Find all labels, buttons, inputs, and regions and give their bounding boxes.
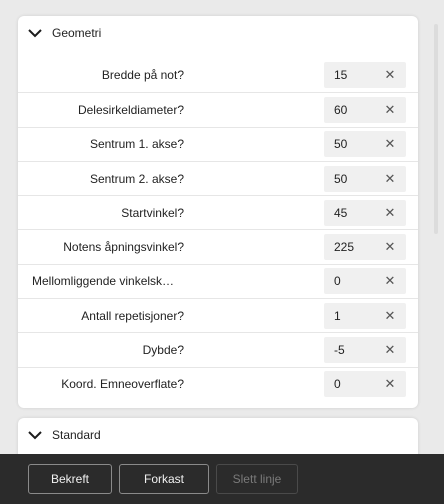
parameter-label: Sentrum 1. akse? bbox=[89, 137, 184, 152]
parameter-value: 0 bbox=[334, 274, 341, 289]
parameter-value: 50 bbox=[334, 137, 348, 152]
parameter-label: Sentrum 2. akse? bbox=[89, 171, 184, 186]
section-standard: Standard bbox=[18, 418, 418, 454]
parameter-label: Mellomliggende vinkelsk… bbox=[32, 274, 175, 289]
parameter-input[interactable]: 0 ✕ bbox=[324, 371, 406, 398]
parameter-label: Notens åpningsvinkel? bbox=[63, 240, 184, 255]
parameter-label: Dybde? bbox=[142, 343, 184, 358]
confirm-button[interactable]: Bekreft bbox=[28, 464, 112, 494]
discard-button[interactable]: Forkast bbox=[119, 464, 209, 494]
parameter-row: Sentrum 2. akse? 50 ✕ bbox=[18, 160, 418, 195]
parameter-label: Bredde på not? bbox=[101, 68, 184, 83]
parameter-value: -5 bbox=[334, 343, 345, 358]
section-standard-header[interactable]: Standard bbox=[18, 418, 418, 452]
clear-icon[interactable]: ✕ bbox=[382, 307, 398, 325]
parameter-row: Delesirkeldiameter? 60 ✕ bbox=[18, 92, 418, 126]
parameter-input[interactable]: -5 ✕ bbox=[324, 337, 406, 364]
parameter-input[interactable]: 45 ✕ bbox=[324, 199, 406, 226]
parameter-row: Antall repetisjoner? 1 ✕ bbox=[18, 298, 418, 332]
parameter-value: 60 bbox=[334, 102, 348, 117]
parameter-row: Bredde på not? 15 ✕ bbox=[18, 58, 418, 92]
action-bar: Bekreft Forkast Slett linje bbox=[0, 454, 444, 504]
parameter-label: Antall repetisjoner? bbox=[81, 308, 184, 323]
parameter-input[interactable]: 0 ✕ bbox=[324, 268, 406, 295]
clear-icon[interactable]: ✕ bbox=[382, 101, 398, 119]
form-scroll-area[interactable]: Geometri Bredde på not? 15 ✕ Delesirkeld… bbox=[0, 0, 444, 454]
parameter-input[interactable]: 1 ✕ bbox=[324, 302, 406, 329]
parameter-input[interactable]: 50 ✕ bbox=[324, 131, 406, 158]
chevron-down-icon bbox=[28, 29, 42, 38]
parameter-row: Startvinkel? 45 ✕ bbox=[18, 195, 418, 229]
chevron-down-icon bbox=[28, 431, 42, 440]
parameter-value: 45 bbox=[334, 205, 348, 220]
section-geometri: Geometri Bredde på not? 15 ✕ Delesirkeld… bbox=[18, 16, 418, 408]
parameter-label: Delesirkeldiameter? bbox=[77, 102, 184, 117]
clear-icon[interactable]: ✕ bbox=[382, 341, 398, 359]
parameter-label: Startvinkel? bbox=[121, 205, 184, 220]
section-title: Standard bbox=[52, 428, 101, 442]
parameter-row: Sentrum 1. akse? 50 ✕ bbox=[18, 126, 418, 161]
parameter-list: Bredde på not? 15 ✕ Delesirkeldiameter? … bbox=[18, 58, 418, 401]
parameter-value: 0 bbox=[334, 377, 341, 392]
clear-icon[interactable]: ✕ bbox=[382, 66, 398, 84]
parameter-row: Koord. Emneoverflate? 0 ✕ bbox=[18, 366, 418, 401]
parameter-input[interactable]: 15 ✕ bbox=[324, 62, 406, 89]
clear-icon[interactable]: ✕ bbox=[382, 375, 398, 393]
section-title: Geometri bbox=[52, 26, 102, 40]
section-geometri-header[interactable]: Geometri bbox=[18, 16, 418, 50]
delete-line-button[interactable]: Slett linje bbox=[216, 464, 298, 494]
parameter-value: 1 bbox=[334, 308, 341, 323]
parameter-input[interactable]: 225 ✕ bbox=[324, 234, 406, 261]
clear-icon[interactable]: ✕ bbox=[382, 272, 398, 290]
parameter-value: 50 bbox=[334, 171, 348, 186]
parameter-row: Notens åpningsvinkel? 225 ✕ bbox=[18, 229, 418, 263]
scrollbar[interactable] bbox=[434, 6, 440, 446]
parameter-input[interactable]: 60 ✕ bbox=[324, 96, 406, 123]
scrollbar-thumb[interactable] bbox=[434, 24, 438, 234]
parameter-value: 15 bbox=[334, 68, 348, 83]
parameter-row: Mellomliggende vinkelsk… 0 ✕ bbox=[18, 263, 418, 298]
clear-icon[interactable]: ✕ bbox=[382, 238, 398, 256]
clear-icon[interactable]: ✕ bbox=[382, 135, 398, 153]
parameter-input[interactable]: 50 ✕ bbox=[324, 165, 406, 192]
clear-icon[interactable]: ✕ bbox=[382, 204, 398, 222]
parameter-row: Dybde? -5 ✕ bbox=[18, 332, 418, 366]
parameter-label: Koord. Emneoverflate? bbox=[61, 377, 184, 392]
parameter-value: 225 bbox=[334, 240, 355, 255]
clear-icon[interactable]: ✕ bbox=[382, 170, 398, 188]
